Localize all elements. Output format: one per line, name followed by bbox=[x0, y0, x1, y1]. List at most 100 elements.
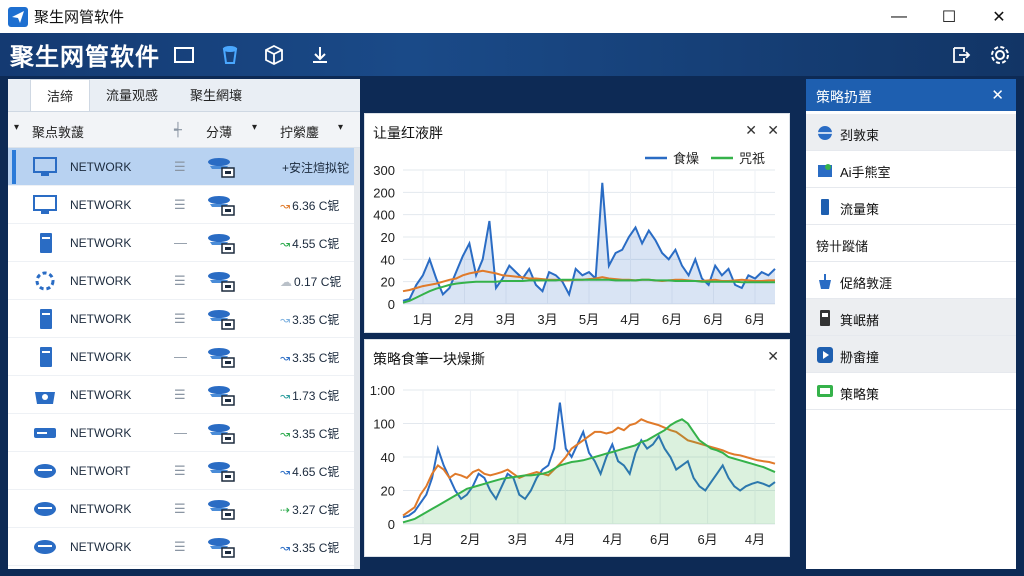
device-list-panel: 洁缔 流量观感 聚生網壤 ▾ 聚点敦蘐 ┽ 分薄 ▾ 拧縈鏖 ▾ NETWORK… bbox=[8, 79, 360, 569]
close-button[interactable]: ✕ bbox=[974, 0, 1024, 33]
strategy-panel: 策略扔置 ✕ 刭敦柬 Ai手熊室流量策镑卄蹤储促絡敦涯箕岷赭刱畬撞 策略策 bbox=[806, 79, 1016, 569]
table-row[interactable]: NETWORK ☰ ↝ 3.35 C铌 bbox=[8, 300, 360, 338]
x-tick-label: 3月 bbox=[496, 312, 516, 327]
drag-handle-icon[interactable]: ☰ bbox=[174, 463, 186, 479]
item-label: 刭敦柬 bbox=[840, 128, 880, 143]
traffic-cell: ↝ 4.55 C铌 bbox=[280, 235, 339, 252]
device-table-body: NETWORK ☰ +安注煊拟铊 NETWORK ☰ ↝ 6.36 C铌 NETWORK — ↝ 4… bbox=[8, 148, 360, 566]
y-tick-label: 40 bbox=[381, 252, 395, 267]
network-device-icon bbox=[208, 158, 235, 178]
close-icon[interactable]: ✕ bbox=[991, 86, 1004, 104]
column-header-group[interactable]: 分薄 bbox=[206, 122, 232, 141]
trend-icon: ↝ bbox=[280, 351, 291, 365]
strategy-item[interactable]: 流量策 bbox=[806, 188, 1016, 225]
chat-icon bbox=[817, 385, 833, 397]
drag-handle-icon[interactable]: — bbox=[174, 235, 187, 250]
table-row[interactable]: NETWORK ☰ ↝ 3.35 C铌 bbox=[8, 528, 360, 566]
strategy-item[interactable]: 促絡敦涯 bbox=[806, 262, 1016, 299]
storage-icon bbox=[34, 464, 56, 478]
strategy-panel-header: 策略扔置 ✕ bbox=[806, 79, 1016, 111]
traffic-value: 4.65 C铌 bbox=[292, 465, 340, 479]
table-row[interactable]: NETWORK ☰ +安注煊拟铊 bbox=[8, 148, 360, 186]
table-row[interactable]: NETWORK ☰ ↝ 6.36 C铌 bbox=[8, 186, 360, 224]
drag-handle-icon[interactable]: — bbox=[174, 425, 187, 440]
column-header-traffic[interactable]: 拧縈鏖 bbox=[280, 122, 319, 141]
item-label: 镑卄蹤储 bbox=[816, 239, 869, 254]
monitor-icon bbox=[33, 195, 57, 214]
cube-icon[interactable] bbox=[262, 43, 286, 67]
table-row[interactable]: NETWORK — ↝ 3.35 C铌 bbox=[8, 338, 360, 376]
device-name: NETWORK bbox=[70, 274, 132, 288]
drag-handle-icon[interactable]: ☰ bbox=[174, 539, 186, 555]
traffic-value: 3.35 C铌 bbox=[292, 427, 340, 441]
column-header-device[interactable]: 聚点敦蘐 bbox=[32, 122, 84, 141]
gear-icon[interactable] bbox=[988, 43, 1012, 67]
table-row[interactable]: NETWORK ☰ ↝ 1.73 C铌 bbox=[8, 376, 360, 414]
title-bar: 聚生网管软件 — ☐ ✕ bbox=[0, 0, 1024, 33]
device-name: NETWORK bbox=[70, 160, 132, 174]
x-tick-label: 4月 bbox=[603, 532, 623, 547]
drag-handle-icon[interactable]: ☰ bbox=[174, 197, 186, 213]
strategy-item[interactable]: 刱畬撞 bbox=[806, 336, 1016, 373]
x-tick-label: 4月 bbox=[745, 532, 765, 547]
traffic-cell: ⇢ 3.27 C铌 bbox=[280, 501, 339, 518]
scrollbar[interactable] bbox=[354, 148, 360, 569]
tab-network[interactable]: 聚生網壤 bbox=[174, 79, 258, 111]
item-label: Ai手熊室 bbox=[840, 165, 891, 180]
strategy-item[interactable]: Ai手熊室 bbox=[806, 151, 1016, 188]
chart-panel-1: 让量红液胖 ✕ ✕ 0 20 40 20 400 200 300 1月 2月 3月 3月 5月 4月 6月… bbox=[364, 113, 790, 333]
strategy-item[interactable]: 策略策 bbox=[806, 373, 1016, 410]
table-header: ▾ 聚点敦蘐 ┽ 分薄 ▾ 拧縈鏖 ▾ bbox=[8, 112, 360, 148]
trend-icon: ⇢ bbox=[280, 503, 291, 517]
export-icon[interactable] bbox=[948, 43, 972, 67]
strategy-item[interactable]: 刭敦柬 bbox=[806, 114, 1016, 151]
sort-arrow-icon[interactable]: ▾ bbox=[14, 122, 19, 133]
tab-traffic[interactable]: 流量观感 bbox=[90, 79, 174, 111]
network-device-icon bbox=[208, 310, 235, 330]
device-icon bbox=[820, 310, 830, 326]
dropdown-arrow-icon[interactable]: ▾ bbox=[338, 122, 343, 133]
app-banner-title: 聚生网管软件 bbox=[10, 44, 160, 71]
storage-icon bbox=[34, 502, 56, 516]
download-icon[interactable] bbox=[308, 43, 332, 67]
switch-icon bbox=[34, 428, 56, 438]
drag-handle-icon[interactable]: ☰ bbox=[174, 501, 186, 517]
network-device-icon bbox=[208, 196, 235, 216]
drag-handle-icon[interactable]: ☰ bbox=[174, 387, 186, 403]
play-icon bbox=[817, 347, 833, 363]
drag-handle-icon[interactable]: ☰ bbox=[174, 159, 186, 175]
traffic-value: +安注煊拟铊 bbox=[282, 161, 350, 175]
table-row[interactable]: NETWORT ☰ ↝ 4.65 C铌 bbox=[8, 452, 360, 490]
y-tick-label: 300 bbox=[373, 163, 395, 178]
x-tick-label: 3月 bbox=[537, 312, 557, 327]
y-tick-label: 0 bbox=[388, 517, 395, 532]
server-icon bbox=[40, 233, 52, 253]
item-label: 箕岷赭 bbox=[840, 313, 880, 328]
column-resize-handle[interactable]: ┽ bbox=[174, 122, 182, 138]
drag-handle-icon[interactable]: ☰ bbox=[174, 273, 186, 289]
drag-handle-icon[interactable]: — bbox=[174, 349, 187, 364]
network-device-icon bbox=[208, 234, 235, 254]
dropdown-arrow-icon[interactable]: ▾ bbox=[252, 122, 257, 133]
strategy-item[interactable]: 箕岷赭 bbox=[806, 299, 1016, 336]
table-row[interactable]: NETWORK ☰ ☁ 0.17 C铌 bbox=[8, 262, 360, 300]
traffic-cell: ↝ 3.35 C铌 bbox=[280, 425, 339, 442]
x-tick-label: 1月 bbox=[413, 312, 433, 327]
minimize-button[interactable]: — bbox=[874, 0, 924, 33]
trend-icon: ↝ bbox=[280, 541, 291, 555]
network-device-icon bbox=[208, 348, 235, 368]
y-tick-label: 100 bbox=[373, 417, 395, 432]
table-row[interactable]: NETWORK — ↝ 4.55 C铌 bbox=[8, 224, 360, 262]
maximize-button[interactable]: ☐ bbox=[924, 0, 974, 33]
x-tick-label: 3月 bbox=[508, 532, 528, 547]
table-row[interactable]: NETWORK ☰ ⇢ 3.27 C铌 bbox=[8, 490, 360, 528]
traffic-cell: ↝ 3.35 C铌 bbox=[280, 539, 339, 556]
tab-overview[interactable]: 洁缔 bbox=[30, 79, 91, 111]
table-row[interactable]: NETWORK — ↝ 3.35 C铌 bbox=[8, 414, 360, 452]
drag-handle-icon[interactable]: ☰ bbox=[174, 311, 186, 327]
window-icon[interactable] bbox=[172, 43, 196, 67]
bucket-icon[interactable] bbox=[218, 43, 242, 67]
section-header: 镑卄蹤储 bbox=[806, 225, 1016, 262]
trend-icon: ↝ bbox=[280, 427, 291, 441]
tab-bar: 洁缔 流量观感 聚生網壤 bbox=[8, 79, 360, 112]
